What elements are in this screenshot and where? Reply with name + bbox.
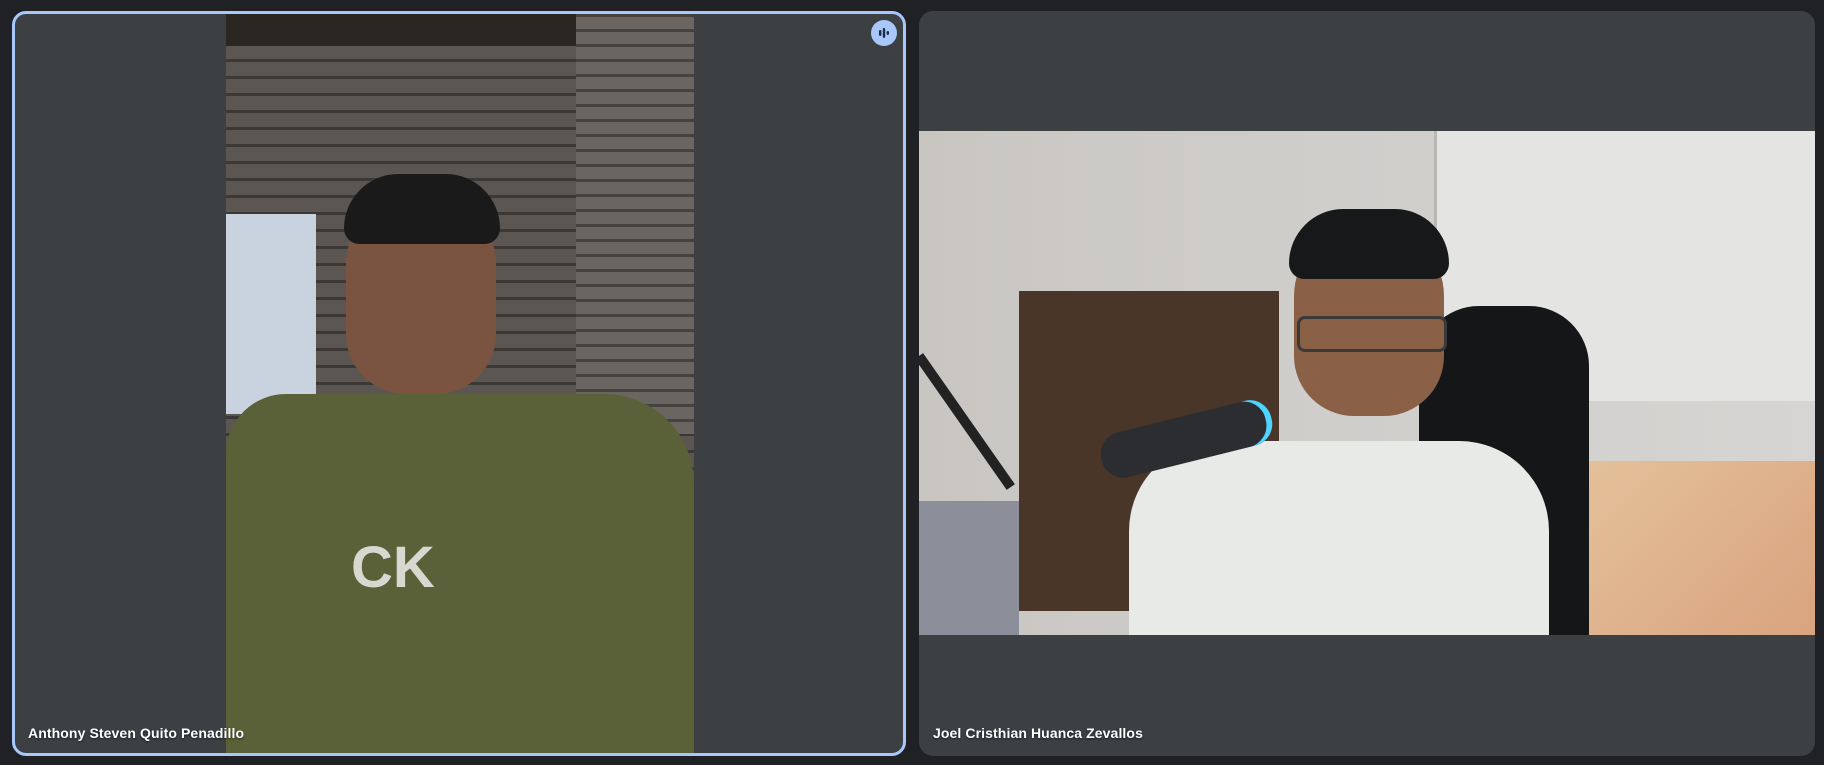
video-window [226,214,316,414]
video-person-hair [344,174,500,244]
video-person-body [1129,441,1549,635]
video-stone-wall [576,14,694,434]
participant-video: CK [226,14,694,753]
participant-tile-joel[interactable]: Joel Cristhian Huanca Zevallos [919,11,1815,756]
meeting-grid: CK Anthony Steven Quito Penadillo Joel C… [0,0,1824,765]
participant-name: Joel Cristhian Huanca Zevallos [933,725,1143,741]
video-blanket [919,501,1019,635]
video-person-body [226,394,694,753]
participant-video [919,131,1815,635]
video-ceiling [226,14,576,46]
shirt-logo: CK [351,535,435,600]
video-person-glasses [1297,316,1447,352]
video-mic-arm [919,353,1015,490]
audio-bars-icon[interactable] [871,20,897,46]
participant-name: Anthony Steven Quito Penadillo [28,725,245,741]
video-person-hair [1289,209,1449,279]
participant-tile-anthony[interactable]: CK Anthony Steven Quito Penadillo [12,11,906,756]
